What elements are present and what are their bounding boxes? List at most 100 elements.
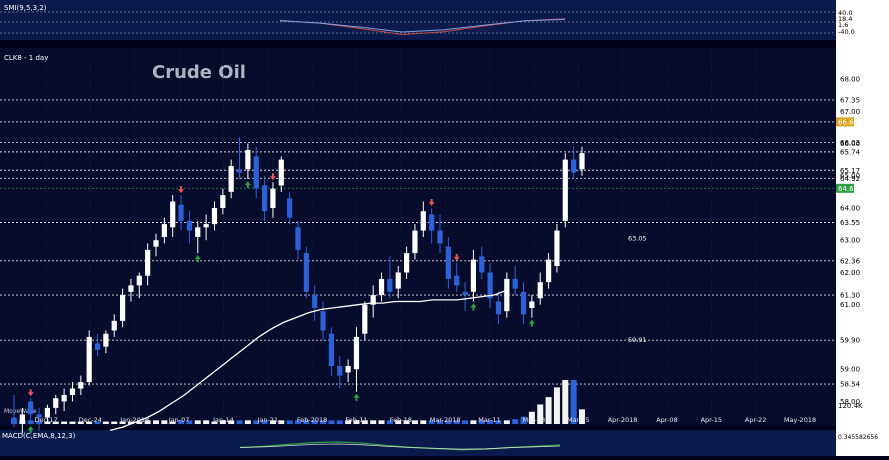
candle-body [520, 291, 527, 315]
x-tick-label: Jan-14 [212, 416, 234, 424]
volume-bar [286, 420, 293, 424]
smi-panel [0, 0, 836, 40]
y-tick-label: 67.00 [840, 108, 860, 116]
candle-body [178, 204, 184, 221]
candle-body [495, 301, 502, 315]
candle-body [278, 159, 284, 186]
candle-body [537, 282, 543, 299]
volume-bar [503, 420, 510, 424]
candle-body [378, 278, 385, 296]
candle-body [320, 311, 326, 331]
x-tick-label: May-2018 [784, 416, 816, 424]
chart-root: SMI(9,5,3,2) CLK8 - 1 day Crude Oil Move… [0, 0, 889, 456]
candle-body [445, 246, 451, 279]
candle-body [78, 382, 84, 389]
y-tick-label: 64.00 [840, 204, 860, 212]
volume-bar [194, 420, 201, 424]
candle-body [454, 275, 460, 286]
macd-value: 0.345582656 [838, 434, 878, 441]
x-tick-label: Mar-11 [478, 416, 500, 424]
candle-body [287, 198, 293, 218]
candle-body [345, 365, 351, 373]
candle-body [429, 214, 435, 231]
candle-body [312, 295, 318, 308]
candle-body [412, 230, 418, 254]
y-tick-label: 62.00 [840, 269, 860, 277]
candle-body [220, 195, 226, 208]
candle-body [245, 149, 251, 170]
candle-body [387, 278, 393, 292]
inline-level-label: 63.05 [628, 235, 647, 243]
x-tick-label: Mar-25 [567, 416, 589, 424]
level-label: 66.03 [840, 139, 860, 147]
level-label: 64.61 [838, 185, 858, 193]
x-tick-label: Mar-2018 [430, 416, 461, 424]
x-tick-label: Dec-17 [34, 416, 57, 424]
level-label: 65.74 [840, 148, 861, 156]
chart-title: Crude Oil [152, 62, 246, 83]
volume-bar [462, 420, 469, 424]
candle-body [337, 365, 343, 376]
candle-body [554, 230, 560, 267]
candle-body [61, 394, 67, 402]
candle-body [170, 201, 176, 228]
candle-body [479, 256, 485, 273]
x-tick-label: Jan-07 [168, 416, 190, 424]
candle-body [53, 398, 59, 408]
candle-body [236, 169, 243, 173]
x-tick-label: Mar-18 [523, 416, 545, 424]
volume-bar [69, 421, 76, 424]
x-tick-label: Jan-2018 [119, 416, 149, 424]
candle-body [295, 227, 301, 250]
macd-label: MACD(C,EMA,8,12,3) [2, 432, 76, 440]
candle-body [211, 207, 218, 225]
x-tick-label: Jan-21 [256, 416, 278, 424]
volume-label: 120.4K [838, 402, 863, 410]
candle-body [153, 240, 159, 247]
y-tick-label: 61.00 [840, 301, 860, 309]
candle-body [303, 253, 309, 292]
volume-bar [61, 421, 68, 424]
candle-body [270, 188, 276, 208]
y-tick-label: 63.00 [840, 237, 860, 245]
volume-bar [203, 420, 210, 424]
x-tick-label: Apr-2018 [608, 416, 638, 424]
x-tick-label: Feb-2018 [297, 416, 327, 424]
candle-body [86, 336, 92, 383]
level-label: 62.36 [840, 257, 861, 265]
candle-body [19, 414, 25, 421]
candle-body [328, 333, 335, 366]
candle-body [353, 336, 360, 370]
volume-bar [153, 420, 159, 424]
candle-body [529, 301, 535, 308]
candle-body [403, 253, 410, 273]
level-label: 59.90 [840, 337, 860, 345]
volume-bar [512, 419, 519, 424]
candle-body [228, 166, 234, 192]
candle-body [420, 211, 426, 231]
candle-body [161, 224, 167, 237]
y-tick-label: 68.00 [840, 76, 860, 84]
volume-bar [111, 421, 118, 424]
y-tick-label: 59.00 [840, 366, 860, 374]
candle-body [487, 272, 493, 299]
volume-bar [411, 420, 418, 424]
candle-body [504, 278, 510, 312]
volume-bar [545, 397, 552, 424]
price-panel [0, 48, 836, 426]
x-tick-label: Feb-18 [390, 416, 412, 424]
level-label: 61.30 [840, 292, 860, 300]
candle-body [111, 320, 117, 331]
volume-bar [161, 420, 168, 424]
candle-body [69, 388, 76, 395]
candle-body [195, 227, 201, 237]
candle-body [545, 259, 552, 283]
level-label: 67.35 [840, 96, 860, 104]
macd-panel [0, 430, 836, 456]
candle-body [28, 401, 34, 415]
level-label: 64.92 [840, 175, 860, 183]
x-tick-label: Apr-08 [656, 416, 677, 424]
candle-body [261, 185, 268, 212]
volume-bar [244, 420, 251, 424]
volume-bar [420, 420, 427, 424]
